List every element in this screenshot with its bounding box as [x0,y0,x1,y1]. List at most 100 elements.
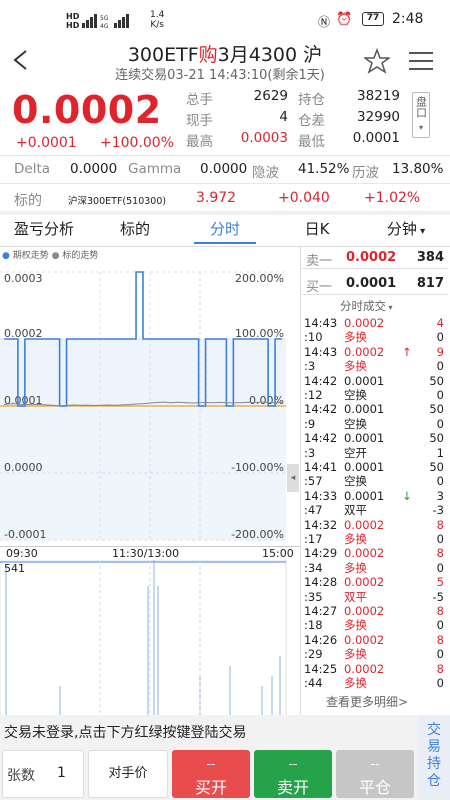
x-tick-mid: 11:30/13:00 [112,547,180,560]
volume-frame [0,560,287,717]
divider [0,183,450,184]
trade-row: 14:43 0.0002 4 [302,316,448,330]
page-title: 300ETF购3月4300 沪 [127,44,323,66]
net-speed: 1.4 K/s [150,10,165,30]
trades-dropdown[interactable]: 分时成交 ▾ [340,298,393,314]
high-label: 最高 [186,134,213,150]
trade-volume: 9 [436,344,444,359]
buy-open-label: 买开 [194,778,227,797]
divider [300,246,301,716]
trade-volume: -5 [432,589,444,604]
oi-change: 32990 [357,109,400,125]
chart-background [0,339,286,406]
y-left-tick: -0.0001 [4,528,46,541]
caret-down-icon: ▾ [418,123,423,132]
trade-price: 多换 [344,330,367,345]
y-right-tick: -100.00% [231,461,284,474]
chart-collapse-handle[interactable]: ◂ [287,464,299,492]
tab-minute[interactable]: 分钟 ▾ [374,218,438,244]
last-price: 0.0002 [12,88,162,132]
trade-row: :47 双平 -3 [302,503,448,517]
quantity-stepper[interactable]: 张数 1 [2,750,84,798]
trade-volume: 4 [436,316,444,330]
trade-row: 14:33 0.0001 ↓ 3 [302,489,448,503]
trade-volume: 0 [436,388,444,402]
trade-time: 14:27 [304,604,338,618]
trade-volume: 0 [436,359,444,374]
battery-icon: 77 [362,12,384,26]
open-interest-label: 持仓 [298,92,325,108]
delta-label: Delta [14,161,51,177]
current-volume-label: 现手 [186,113,213,129]
trade-time: 14:32 [304,517,338,532]
trade-direction-icon: ↓ [402,488,412,503]
trade-volume: 0 [436,560,444,575]
trade-price: 空换 [344,388,367,402]
ask-volume: 384 [416,250,444,265]
trade-row: :35 双平 -5 [302,590,448,604]
trade-row: :34 多换 0 [302,561,448,575]
trade-price: 空换 [344,416,367,431]
price-chart[interactable]: 0.0003 200.00%0.0002 100.00%0.0001 0.00%0.0… [0,260,300,552]
back-icon[interactable] [10,48,32,72]
trade-time: 14:28 [304,575,338,590]
trade-row: 14:27 0.0002 8 [302,604,448,618]
more-trades-link[interactable]: 查看更多明细> [326,693,408,710]
trade-direction-icon: ↑ [402,344,412,359]
trade-row: :29 多换 0 [302,647,448,661]
buy-open-button[interactable]: -- 买开 [172,750,250,798]
trade-time: 14:33 [304,488,338,503]
trade-price: 0.0001 [344,431,385,446]
login-notice[interactable]: 交易未登录,点击下方红绿按键登陆交易 [4,722,246,742]
trade-price: 多换 [344,560,367,575]
trade-row: :3 多换 0 [302,359,448,373]
trade-time: :44 [304,676,323,690]
trade-time: :47 [304,503,323,518]
trade-row: :17 多换 0 [302,532,448,546]
close-price: -- [370,757,380,771]
close-position-button[interactable]: -- 平仓 [336,750,414,798]
trade-row: :9 空换 0 [302,417,448,431]
divider [0,155,450,156]
underlying-price: 3.972 [196,190,237,206]
divider [302,268,448,269]
trade-price: 0.0002 [344,661,385,676]
positions-tab[interactable]: 交易持仓 [418,716,450,800]
trade-time: :29 [304,647,323,662]
price-mode-select[interactable]: 对手价 [88,750,168,798]
trade-price: 空开 [344,445,367,460]
trade-price: 0.0002 [344,517,385,532]
tab-timeshare[interactable]: 分时 [194,218,256,244]
tab-underlying[interactable]: 标的 [96,218,174,244]
quantity-value: 1 [57,765,66,781]
network-icons: HD HD [66,12,80,30]
hv-label: 历波 [352,165,379,181]
trade-row: :44 多换 0 [302,676,448,690]
trade-price: 0.0002 [344,604,385,618]
trade-volume: 0 [436,647,444,662]
trades-title: 分时成交 [340,299,386,313]
iv-value: 41.52% [298,161,350,177]
star-icon[interactable] [364,48,390,74]
trade-time: :18 [304,618,323,633]
caret-down-icon: ▾ [416,226,426,237]
trade-time: 14:25 [304,661,338,676]
close-label: 平仓 [358,778,391,797]
disk-toggle-button[interactable]: 盘口 ▾ [412,92,430,138]
sell-open-label: 卖开 [276,778,309,797]
trade-row: :18 多换 0 [302,618,448,632]
trade-price: 0.0001 [344,460,385,474]
tab-daily-k[interactable]: 日K [282,218,352,244]
low-value: 0.0001 [352,130,400,146]
trade-row: 14:32 0.0002 8 [302,518,448,532]
trade-time: 14:29 [304,546,338,561]
bid-volume: 817 [416,276,444,291]
menu-icon[interactable] [408,50,434,72]
underlying-name[interactable]: 沪深300ETF(510300) [68,193,166,207]
trade-time: 14:26 [304,632,338,647]
tab-pnl[interactable]: 盈亏分析 [0,218,88,244]
trade-time: :34 [304,560,323,575]
sell-open-button[interactable]: -- 卖开 [254,750,332,798]
trade-price: 0.0001 [344,373,385,388]
trade-time: :9 [304,416,316,431]
